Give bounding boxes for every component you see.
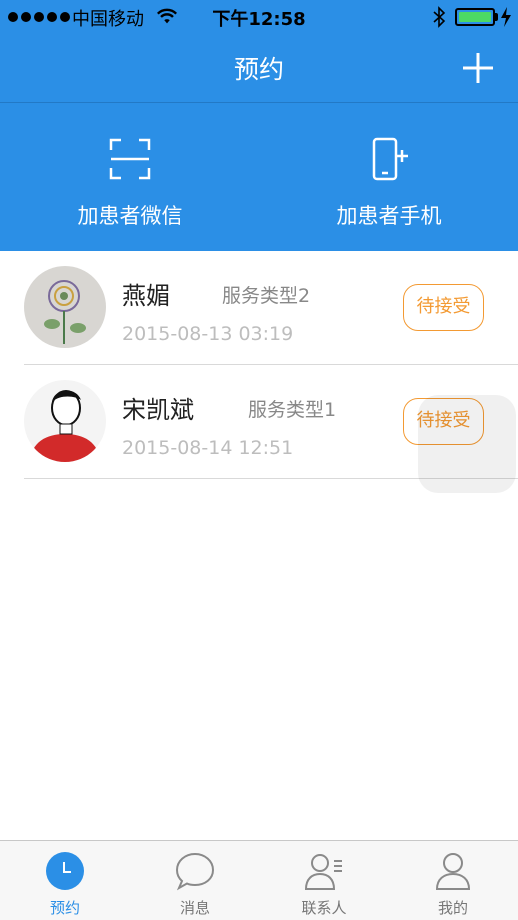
- tab-label: 消息: [179, 899, 210, 917]
- tab-appointments[interactable]: 预约: [0, 841, 130, 920]
- avatar: [24, 266, 106, 348]
- appointment-row[interactable]: 燕媚 服务类型2 2015-08-13 03:19 待接受: [24, 251, 518, 365]
- tab-label: 预约: [49, 899, 80, 917]
- service-type: 服务类型1: [248, 399, 337, 421]
- nav-divider: [0, 102, 518, 103]
- bluetooth-icon: [433, 6, 446, 28]
- chat-bubble-icon: [175, 852, 215, 891]
- tab-messages[interactable]: 消息: [130, 841, 260, 920]
- tab-label: 我的: [437, 899, 468, 917]
- plus-icon[interactable]: [460, 50, 496, 86]
- assistive-touch-overlay[interactable]: [418, 395, 516, 493]
- contacts-icon: [304, 854, 342, 890]
- battery-icon: [455, 8, 495, 26]
- add-patient-phone-label: 加患者手机: [336, 204, 442, 228]
- status-bar: 中国移动 下午12:58: [0, 0, 518, 34]
- tab-me[interactable]: 我的: [388, 841, 518, 920]
- add-patient-wechat-label: 加患者微信: [77, 204, 183, 228]
- patient-name: 燕媚: [122, 282, 170, 310]
- battery-tip: [495, 13, 498, 21]
- patient-name: 宋凯斌: [122, 396, 194, 424]
- avatar: [24, 380, 106, 462]
- tab-bar: 预约 消息 联系人 我的: [0, 840, 518, 920]
- phone-add-icon: [372, 137, 408, 181]
- pending-accept-button[interactable]: 待接受: [403, 284, 484, 331]
- scan-icon: [109, 138, 151, 180]
- tab-contacts[interactable]: 联系人: [259, 841, 389, 920]
- add-patient-wechat-button[interactable]: 加患者微信: [30, 120, 230, 240]
- add-patient-phone-button[interactable]: 加患者手机: [289, 120, 489, 240]
- appointment-time: 2015-08-14 12:51: [122, 437, 294, 459]
- charging-icon: [501, 7, 511, 27]
- person-icon: [435, 853, 471, 890]
- page-title: 预约: [233, 55, 284, 84]
- appointment-time: 2015-08-13 03:19: [122, 323, 294, 345]
- service-type: 服务类型2: [222, 285, 311, 307]
- tab-label: 联系人: [301, 899, 347, 917]
- clock-icon: [46, 852, 84, 890]
